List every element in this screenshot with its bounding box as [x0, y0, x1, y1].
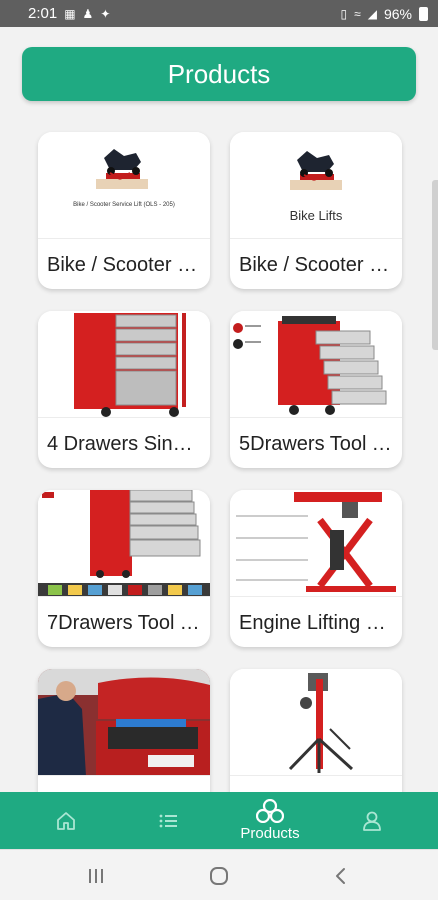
- battery-icon: [419, 6, 428, 21]
- engine-lift-image: [236, 492, 396, 592]
- product-image: Bike Lifts: [230, 132, 402, 239]
- tool-trolley-image: [74, 313, 186, 417]
- back-button[interactable]: [311, 850, 371, 900]
- product-image: [38, 669, 210, 776]
- wifi-icon: ≈: [354, 6, 361, 21]
- product-title: 5Drawers Tool Trolley: [239, 433, 394, 455]
- battery-percent: 96%: [383, 5, 412, 22]
- home-icon: [57, 811, 75, 830]
- transmission-jack-image: [288, 673, 354, 773]
- product-card-5-drawers-trolley[interactable]: 5Drawers Tool Trolley: [230, 311, 402, 468]
- product-image-caption: Bike / Scooter Service Lift (OLS - 205): [73, 202, 175, 208]
- products-icon: [256, 799, 284, 823]
- product-card-7-drawers-trolley[interactable]: 7Drawers Tool Trolley: [38, 490, 210, 647]
- nav-home[interactable]: [36, 792, 96, 849]
- back-icon: [336, 867, 345, 884]
- recent-apps-button[interactable]: [66, 850, 126, 900]
- nav-profile[interactable]: [342, 792, 402, 849]
- product-image-caption: Bike Lifts: [289, 208, 343, 223]
- product-image: [230, 669, 402, 776]
- product-image: [38, 490, 210, 597]
- product-card-bike-scooter-lifts[interactable]: Bike Lifts Bike / Scooter Lifts: [230, 132, 402, 289]
- product-title: Engine Lifting Stand: [239, 612, 394, 634]
- system-navigation-bar: [0, 849, 438, 900]
- product-image: [230, 490, 402, 597]
- person-icon: ♟: [82, 6, 94, 21]
- list-icon: [159, 814, 177, 827]
- gallery-icon: ▦: [64, 6, 76, 21]
- product-image: Bike / Scooter Service Lift (OLS - 205): [38, 132, 210, 239]
- bottom-nav: Products: [0, 792, 438, 849]
- product-title: 4 Drawers Single Door Tool Trolley: [47, 433, 202, 455]
- edge-panel-handle[interactable]: [432, 180, 438, 350]
- signal-icon: ◢: [367, 6, 377, 21]
- page-title: Products: [22, 47, 416, 101]
- product-image: [230, 311, 402, 418]
- engine-service-photo: [38, 669, 210, 775]
- notification-icon: ✦: [100, 6, 111, 21]
- recent-apps-icon: [89, 868, 103, 883]
- lte-icon: ▯: [340, 6, 348, 21]
- product-card-engine-lifting[interactable]: Engine Lifting Stand: [230, 490, 402, 647]
- status-left: 2:01 ▦ ♟ ✦: [28, 5, 110, 22]
- status-right: ▯ ≈ ◢ 96%: [341, 6, 428, 22]
- product-card-4-drawers-trolley[interactable]: 4 Drawers Single Door Tool Trolley: [38, 311, 210, 468]
- product-title: Bike / Scooter Lifts: [239, 254, 394, 276]
- tool-trolley-image: [233, 316, 387, 415]
- nav-products[interactable]: Products: [225, 792, 315, 849]
- tool-trolley-image: [38, 490, 210, 596]
- home-circle-icon: [210, 866, 228, 885]
- scooter-lift-image: [96, 149, 148, 189]
- nav-list[interactable]: [138, 792, 198, 849]
- status-time: 2:01: [28, 5, 58, 22]
- nav-label: Products: [240, 825, 300, 842]
- product-title: 7Drawers Tool Trolley: [47, 612, 202, 634]
- product-card-bike-scooter-service-lift[interactable]: Bike / Scooter Service Lift (OLS - 205) …: [38, 132, 210, 289]
- user-icon: [363, 811, 381, 831]
- home-button[interactable]: [189, 850, 249, 900]
- product-title: Bike / Scooter Service Lift (OLS - 205): [47, 254, 202, 276]
- product-image: [38, 311, 210, 418]
- status-bar: 2:01 ▦ ♟ ✦ ▯ ≈ ◢ 96%: [0, 0, 438, 27]
